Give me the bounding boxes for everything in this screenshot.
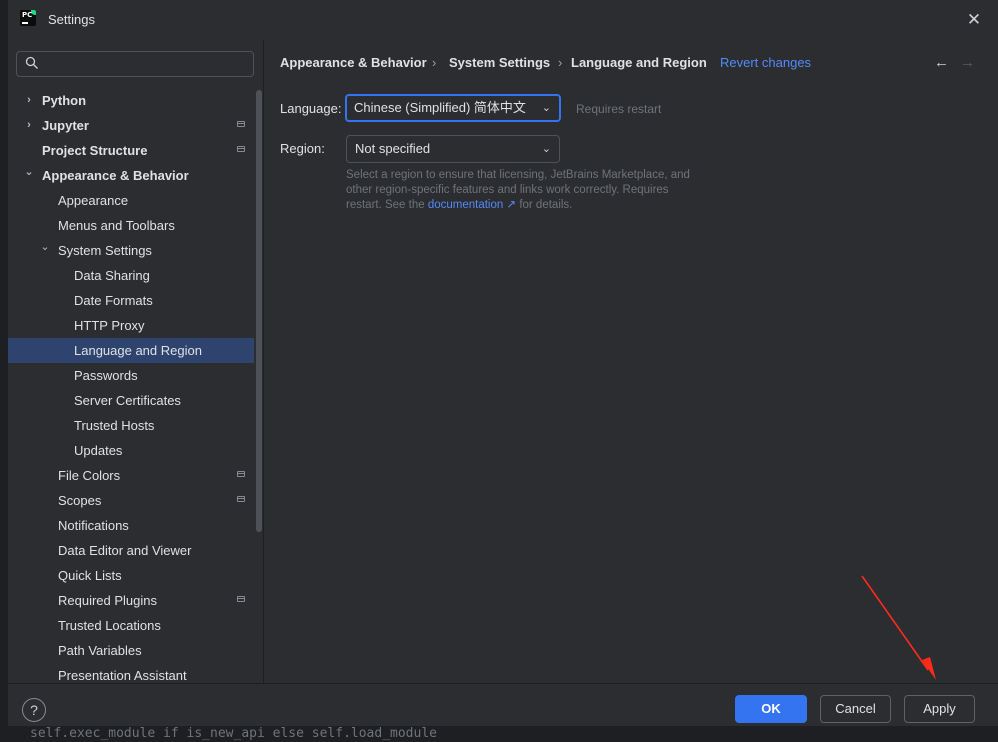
ok-button[interactable]: OK <box>735 695 807 723</box>
chevron-down-icon: ⌄ <box>541 102 551 114</box>
language-label: Language: <box>280 101 342 116</box>
sidebar-item-trusted-hosts[interactable]: Trusted Hosts <box>8 413 263 438</box>
description-text: for details. <box>516 199 573 211</box>
sidebar-item-quick-lists[interactable]: Quick Lists <box>8 563 263 588</box>
breadcrumb-item-system-settings[interactable]: System Settings <box>449 55 550 70</box>
project-level-icon <box>237 121 245 127</box>
sidebar-item-label: Scopes <box>58 493 102 508</box>
documentation-link[interactable]: documentation <box>428 199 503 211</box>
close-icon[interactable]: ✕ <box>964 10 984 30</box>
sidebar-item-label: Required Plugins <box>58 593 158 608</box>
sidebar-item-label: Quick Lists <box>58 568 122 583</box>
sidebar-item-label: Updates <box>74 443 123 458</box>
sidebar-item-label: HTTP Proxy <box>74 318 145 333</box>
sidebar-item-language-and-region[interactable]: Language and Region <box>8 338 254 363</box>
project-level-icon <box>237 471 245 477</box>
sidebar-item-label: Path Variables <box>58 643 142 658</box>
dialog-footer: ? OK Cancel Apply <box>8 683 998 726</box>
sidebar-item-file-colors[interactable]: File Colors <box>8 463 263 488</box>
background-code-line: self.exec_module if is_new_api else self… <box>0 725 998 742</box>
search-icon <box>25 56 39 73</box>
sidebar-item-label: Appearance & Behavior <box>42 168 189 183</box>
sidebar-item-jupyter[interactable]: › Jupyter <box>8 113 263 138</box>
search-box[interactable] <box>16 51 254 77</box>
region-dropdown[interactable]: Not specified ⌄ <box>346 135 560 163</box>
sidebar-item-label: Appearance <box>58 193 129 208</box>
settings-tree: › Python › Jupyter Project Structure ⌄ Appeara… <box>8 88 263 688</box>
breadcrumb-separator: › <box>558 55 563 70</box>
sidebar-item-appearance[interactable]: Appearance <box>8 188 263 213</box>
sidebar-item-scopes[interactable]: Scopes <box>8 488 263 513</box>
sidebar-item-label: Data Editor and Viewer <box>58 543 192 558</box>
sidebar-item-label: Date Formats <box>74 293 153 308</box>
settings-sidebar: › Python › Jupyter Project Structure ⌄ Appeara… <box>8 40 263 683</box>
sidebar-item-label: Menus and Toolbars <box>58 218 175 233</box>
breadcrumb-item-appearance-behavior[interactable]: Appearance & Behavior <box>280 55 427 70</box>
sidebar-item-label: System Settings <box>58 243 152 258</box>
sidebar-item-label: Trusted Hosts <box>74 418 155 433</box>
sidebar-item-label: Python <box>42 93 87 108</box>
chevron-down-icon[interactable]: ⌄ <box>40 235 50 260</box>
sidebar-item-date-formats[interactable]: Date Formats <box>8 288 263 313</box>
chevron-down-icon[interactable]: ⌄ <box>24 160 34 185</box>
breadcrumb-item-language-region: Language and Region <box>571 55 707 70</box>
sidebar-item-python[interactable]: › Python <box>8 88 263 113</box>
project-level-icon <box>237 496 245 502</box>
language-dropdown-value: Chinese (Simplified) 简体中文 <box>354 100 526 115</box>
help-icon[interactable]: ? <box>22 698 46 722</box>
sidebar-item-path-variables[interactable]: Path Variables <box>8 638 263 663</box>
sidebar-item-label: Data Sharing <box>74 268 150 283</box>
chevron-right-icon[interactable]: › <box>24 113 34 138</box>
language-dropdown[interactable]: Chinese (Simplified) 简体中文 ⌄ <box>345 94 561 122</box>
sidebar-item-required-plugins[interactable]: Required Plugins <box>8 588 263 613</box>
sidebar-item-label: Trusted Locations <box>58 618 161 633</box>
forward-arrow-icon: → <box>960 54 975 71</box>
sidebar-item-label: File Colors <box>58 468 121 483</box>
sidebar-item-data-editor-and-viewer[interactable]: Data Editor and Viewer <box>8 538 263 563</box>
sidebar-item-appearance-and-behavior[interactable]: ⌄ Appearance & Behavior <box>8 163 263 188</box>
requires-restart-hint: Requires restart <box>576 102 662 116</box>
title-bar: PC Settings ✕ <box>8 0 998 40</box>
search-input[interactable] <box>43 55 247 75</box>
cancel-button[interactable]: Cancel <box>820 695 891 723</box>
description-text: restart. See the <box>346 199 428 211</box>
pycharm-logo-icon: PC <box>20 10 36 26</box>
chevron-down-icon: ⌄ <box>541 143 551 155</box>
background-editor-strip <box>0 0 8 742</box>
sidebar-item-updates[interactable]: Updates <box>8 438 263 463</box>
description-line: restart. See the documentation ↗ for det… <box>346 198 706 213</box>
sidebar-item-trusted-locations[interactable]: Trusted Locations <box>8 613 263 638</box>
description-line: other region-specific features and links… <box>346 184 669 196</box>
sidebar-item-data-sharing[interactable]: Data Sharing <box>8 263 263 288</box>
sidebar-item-server-certificates[interactable]: Server Certificates <box>8 388 263 413</box>
region-dropdown-value: Not specified <box>355 141 431 156</box>
chevron-right-icon[interactable]: › <box>24 88 34 113</box>
description-line: Select a region to ensure that licensing… <box>346 169 690 181</box>
sidebar-item-label: Passwords <box>74 368 138 383</box>
sidebar-item-label: Jupyter <box>42 118 89 133</box>
sidebar-item-passwords[interactable]: Passwords <box>8 363 263 388</box>
sidebar-item-label: Language and Region <box>74 343 202 358</box>
region-label: Region: <box>280 141 325 156</box>
revert-changes-link[interactable]: Revert changes <box>720 55 811 70</box>
project-level-icon <box>237 146 245 152</box>
sidebar-item-label: Notifications <box>58 518 129 533</box>
sidebar-scrollbar[interactable] <box>256 90 262 532</box>
sidebar-item-notifications[interactable]: Notifications <box>8 513 263 538</box>
external-link-icon: ↗ <box>506 199 517 211</box>
window-title: Settings <box>48 12 95 27</box>
sidebar-item-project-structure[interactable]: Project Structure <box>8 138 263 163</box>
apply-button[interactable]: Apply <box>904 695 975 723</box>
sidebar-item-label: Project Structure <box>42 143 148 158</box>
region-description: Select a region to ensure that licensing… <box>346 168 706 213</box>
sidebar-item-label: Server Certificates <box>74 393 181 408</box>
sidebar-item-http-proxy[interactable]: HTTP Proxy <box>8 313 263 338</box>
sidebar-item-system-settings[interactable]: ⌄ System Settings <box>8 238 263 263</box>
back-arrow-icon[interactable]: ← <box>934 54 949 71</box>
breadcrumb-separator: › <box>432 55 437 70</box>
annotation-arrow-icon <box>861 575 936 680</box>
settings-dialog: PC Settings ✕ › Python › Jupyter Project Str… <box>8 0 998 726</box>
project-level-icon <box>237 596 245 602</box>
